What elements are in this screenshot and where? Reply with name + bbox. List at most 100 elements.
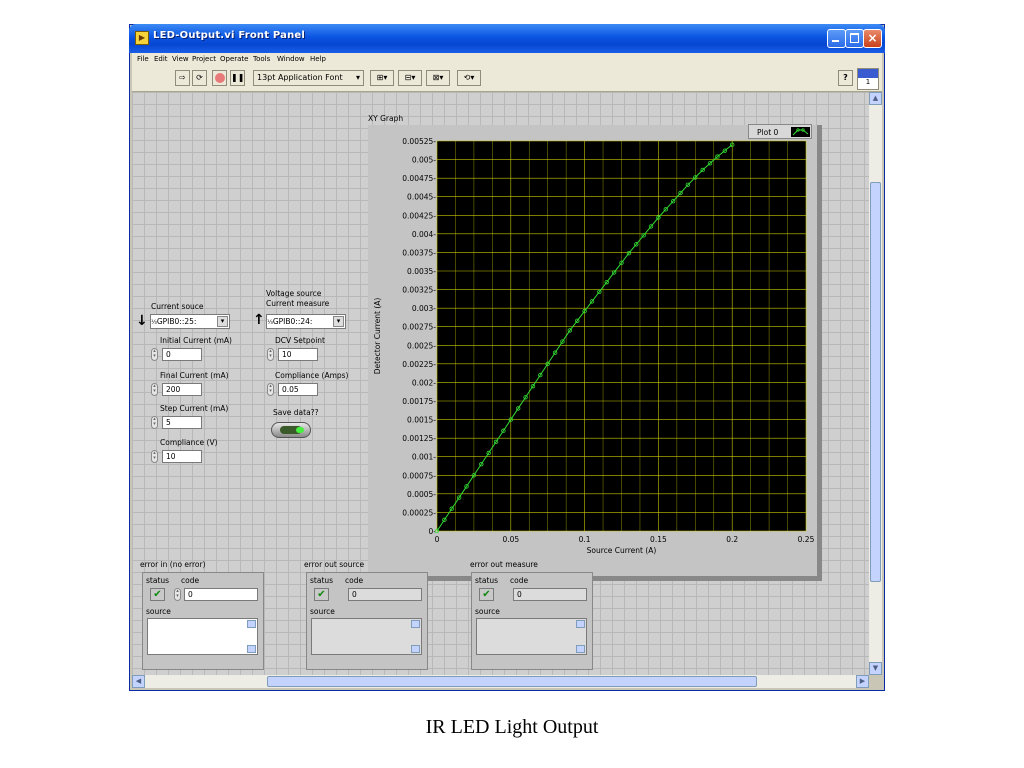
y-tick-label: 0.00225- [402,360,436,369]
arrow-up-icon: ↑ [253,312,265,328]
final-current-stepper[interactable]: ▴ ▾ [151,383,158,396]
arrow-down-icon: ↓ [136,313,148,329]
measure-compliance-stepper[interactable]: ▴ ▾ [267,383,274,396]
abort-button[interactable] [212,70,227,86]
error-in-code-stepper[interactable]: ▴ ▾ [174,588,181,601]
vertical-scrollbar[interactable]: ▲ ▼ [869,92,882,675]
y-tick-label: 0.002- [412,378,436,387]
error-out-source-status-label: status [310,576,334,585]
horizontal-scrollbar[interactable]: ◀ ▶ [132,675,869,688]
menu-project[interactable]: Project [192,55,216,63]
error-out-measure-cluster: status code ✔ 0 source [471,572,593,670]
horizontal-scroll-thumb[interactable] [267,676,757,687]
chevron-down-icon: ▾ [217,316,228,327]
scroll-up-button[interactable]: ▲ [869,92,882,105]
scroll-down-icon[interactable] [411,645,420,653]
menu-operate[interactable]: Operate [220,55,248,63]
context-help-button[interactable]: ? [838,70,853,86]
x-tick-label: 0 [435,535,440,544]
menu-tools[interactable]: Tools [253,55,270,63]
menu-help[interactable]: Help [310,55,326,63]
y-tick-label: 0.00425- [402,211,436,220]
y-tick-label: 0.0005- [407,490,436,499]
save-data-label: Save data?? [273,408,319,417]
dcv-setpoint-input[interactable]: 10 [278,348,318,361]
current-source-resource-value: GPIB0::25: [156,317,197,326]
y-tick-label: 0.00375- [402,248,436,257]
error-in-source-label: source [146,607,171,616]
menu-window[interactable]: Window [277,55,305,63]
error-in-code-input[interactable]: 0 [184,588,258,601]
close-button[interactable]: × [863,29,882,48]
scroll-down-button[interactable]: ▼ [869,662,882,675]
scroll-up-icon[interactable] [411,620,420,628]
checkmark-icon[interactable]: ✔ [150,588,165,601]
voltage-source-resource[interactable]: ⅓GPIB0::24: ▾ [266,314,346,329]
title-bar[interactable]: ▶ LED-Output.vi Front Panel × [129,24,885,53]
current-source-resource[interactable]: ⅓GPIB0::25: ▾ [150,314,230,329]
front-panel[interactable]: Current souce ↓ ⅓GPIB0::25: ▾ Initial Cu… [132,92,869,675]
measure-compliance-input[interactable]: 0.05 [278,383,318,396]
reorder-button[interactable]: ⟲▾ [457,70,481,86]
vi-icon[interactable]: 1 [857,68,879,90]
maximize-button[interactable] [845,29,864,48]
error-in-source-field[interactable] [147,618,258,655]
y-tick-label: 0.004- [412,230,436,239]
checkmark-icon: ✔ [479,588,494,601]
menu-view[interactable]: View [172,55,189,63]
font-selector[interactable]: 13pt Application Font ▾ [253,70,364,86]
step-current-label: Step Current (mA) [160,404,229,413]
minimize-button[interactable] [827,29,846,48]
y-tick-label: 0.0045- [407,193,436,202]
xy-graph[interactable]: Plot 0 0- 0.00025- 0.0005- 0.00075- 0.001- 0.… [368,124,822,581]
scroll-down-icon[interactable] [576,645,585,653]
y-tick-label: 0.00275- [402,323,436,332]
error-out-measure-title: error out measure [470,560,538,569]
scroll-left-button[interactable]: ◀ [132,675,145,688]
resize-objects-button[interactable]: ⊠▾ [426,70,450,86]
menu-edit[interactable]: Edit [154,55,168,63]
measure-compliance-label: Compliance (Amps) [275,371,349,380]
y-tick-label: 0.001- [412,453,436,462]
window-title: LED-Output.vi Front Panel [153,30,306,41]
error-out-measure-code-label: code [510,576,529,585]
font-selector-label: 13pt Application Font [257,73,343,82]
step-current-input[interactable]: 5 [162,416,202,429]
x-tick-label: 0.15 [650,535,667,544]
distribute-objects-button[interactable]: ⊟▾ [398,70,422,86]
source-compliance-input[interactable]: 10 [162,450,202,463]
current-source-label: Current souce [151,302,204,311]
vertical-scroll-thumb[interactable] [870,182,881,582]
scroll-up-icon[interactable] [247,620,256,628]
run-arrow-button[interactable]: ⇨ [175,70,190,86]
error-in-status-label: status [146,576,170,585]
error-out-measure-source-label: source [475,607,500,616]
pause-button[interactable]: ❚❚ [230,70,245,86]
abort-stop-icon [214,73,225,83]
menu-file[interactable]: File [137,55,149,63]
x-axis-label: Source Current (A) [587,546,657,555]
scroll-right-button[interactable]: ▶ [856,675,869,688]
scroll-up-icon[interactable] [576,620,585,628]
labview-app-icon: ▶ [135,31,149,45]
graph-plot-area[interactable]: 0-0.00025-0.0005-0.00075-0.001-0.00125-0… [368,125,817,576]
save-data-toggle[interactable] [271,422,311,438]
run-continuously-button[interactable]: ⟳ [192,70,207,86]
y-tick-label: 0.00125- [402,434,436,443]
scroll-down-icon[interactable] [247,645,256,653]
initial-current-input[interactable]: 0 [162,348,202,361]
final-current-input[interactable]: 200 [162,383,202,396]
dcv-setpoint-stepper[interactable]: ▴ ▾ [267,348,274,361]
source-compliance-stepper[interactable]: ▴ ▾ [151,450,158,463]
y-tick-label: 0.00075- [402,471,436,480]
led-indicator-highlight [296,427,304,433]
align-objects-button[interactable]: ⊞▾ [370,70,394,86]
error-out-source-code: 0 [348,588,422,601]
error-out-measure-code: 0 [513,588,587,601]
initial-current-label: Initial Current (mA) [160,336,232,345]
y-tick-label: 0.003- [412,304,436,313]
y-tick-label: 0.00525- [402,137,436,146]
initial-current-stepper[interactable]: ▴ ▾ [151,348,158,361]
y-tick-label: 0.0035- [407,267,436,276]
step-current-stepper[interactable]: ▴ ▾ [151,416,158,429]
